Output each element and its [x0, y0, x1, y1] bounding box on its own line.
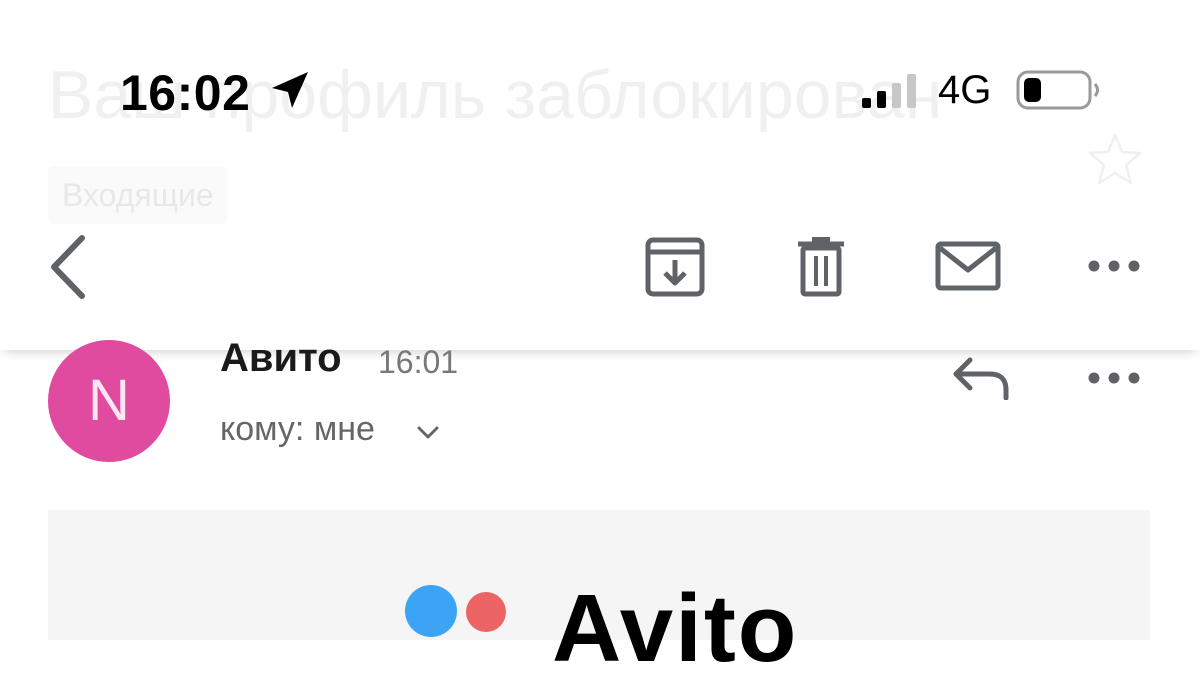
chevron-down-icon[interactable] — [414, 418, 442, 446]
mail-icon[interactable] — [934, 240, 1002, 292]
network-type: 4G — [938, 68, 992, 112]
more-icon[interactable] — [1086, 252, 1142, 280]
avito-logo-red-dot — [466, 592, 506, 632]
archive-icon[interactable] — [644, 236, 706, 298]
status-time: 16:02 — [120, 65, 251, 121]
message-more-icon[interactable] — [1086, 364, 1142, 392]
avatar[interactable]: N — [48, 340, 170, 462]
sender-name: Авито — [220, 336, 342, 380]
folder-label[interactable]: Входящие — [48, 166, 228, 224]
recipient-line[interactable]: кому: мне — [220, 410, 375, 449]
star-icon[interactable] — [1085, 130, 1145, 190]
avito-logo-text: Avito — [552, 575, 799, 682]
message-time: 16:01 — [378, 344, 459, 380]
avito-logo-blue-dot — [405, 585, 457, 637]
battery-icon — [1016, 70, 1099, 110]
back-icon[interactable] — [44, 232, 92, 302]
reply-icon[interactable] — [950, 354, 1012, 400]
signal-icon — [862, 74, 916, 108]
location-arrow-icon — [272, 72, 308, 108]
trash-icon[interactable] — [794, 234, 848, 298]
